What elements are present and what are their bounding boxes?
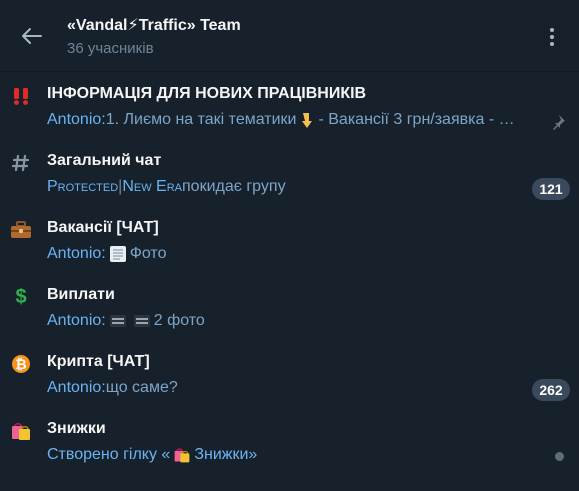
photo-thumbnail-icon <box>133 312 151 330</box>
topic-title: Крипта [ЧАТ] <box>47 353 150 370</box>
pin-icon <box>549 113 567 131</box>
shopping-bags-icon <box>10 420 32 442</box>
topic-preview: Antonio: що саме? <box>47 379 539 397</box>
briefcase-icon <box>10 219 32 241</box>
double-exclamation-icon <box>10 85 32 107</box>
topic-preview: Antonio: 1. Лиємо на такі тематики - Вак… <box>47 111 539 129</box>
preview-user: New Era <box>122 178 182 195</box>
preview-text: 1. Лиємо на такі тематики <box>105 111 297 128</box>
topic-title: Загальний чат <box>47 152 162 169</box>
svg-text:₿: ₿ <box>15 356 26 372</box>
back-arrow-icon[interactable] <box>20 24 44 48</box>
preview-sender: Antonio: <box>47 379 106 396</box>
pointing-down-icon <box>299 111 315 129</box>
topic-item-payouts[interactable]: $ Виплати Antonio: 2 фото <box>0 276 579 343</box>
unread-dot <box>555 452 564 461</box>
hash-icon <box>10 152 32 174</box>
group-title[interactable]: «Vandal⚡Traffic» Team <box>67 15 241 35</box>
preview-sender: Antonio: <box>47 111 106 128</box>
bitcoin-icon: ₿ <box>10 353 32 375</box>
svg-text:$: $ <box>15 286 26 308</box>
preview-sender: Antonio: <box>47 312 106 329</box>
topic-title: ІНФОРМАЦІЯ ДЛЯ НОВИХ ПРАЦІВНИКІВ <box>47 85 367 102</box>
topic-preview: Antonio: 2 фото <box>47 312 539 330</box>
preview-text: покидає групу <box>182 178 286 195</box>
preview-text: 2 фото <box>153 312 205 329</box>
more-options-icon[interactable] <box>540 24 564 50</box>
chat-header: «Vandal⚡Traffic» Team 36 учасників <box>0 0 579 72</box>
topic-title: Виплати <box>47 286 115 303</box>
topic-preview: Створено гілку « Знижки» <box>47 446 539 464</box>
topic-title: Знижки <box>47 420 106 437</box>
topic-item-crypto[interactable]: ₿ Крипта [ЧАТ] Antonio: що саме? 262 <box>0 343 579 410</box>
member-count: 36 учасників <box>67 40 154 57</box>
preview-text-continued: Знижки» <box>194 446 258 463</box>
topic-title: Вакансії [ЧАТ] <box>47 219 159 236</box>
preview-text: Створено гілку « <box>47 446 171 463</box>
shopping-bags-icon <box>173 446 191 464</box>
preview-text-continued: - Вакансії 3 грн/заявка - … <box>318 111 515 128</box>
topic-item-general-chat[interactable]: Загальний чат Protected | New Era покида… <box>0 142 579 209</box>
photo-thumbnail-icon <box>109 312 127 330</box>
preview-text: Фото <box>129 245 167 262</box>
topic-preview: Protected | New Era покидає групу <box>47 178 539 196</box>
unread-count-badge: 121 <box>532 178 570 200</box>
dollar-icon: $ <box>10 286 32 308</box>
preview-text: що саме? <box>105 379 178 396</box>
topic-item-vacancies[interactable]: Вакансії [ЧАТ] Antonio: Фото <box>0 209 579 276</box>
topic-preview: Antonio: Фото <box>47 245 539 263</box>
preview-sender: Protected <box>47 178 119 195</box>
topic-item-discounts[interactable]: Знижки Створено гілку « Знижки» <box>0 410 579 477</box>
preview-sender: Antonio: <box>47 245 106 262</box>
topic-item-info[interactable]: ІНФОРМАЦІЯ ДЛЯ НОВИХ ПРАЦІВНИКІВ Antonio… <box>0 75 579 142</box>
unread-count-badge: 262 <box>532 379 570 401</box>
photo-thumbnail-icon <box>109 245 127 263</box>
